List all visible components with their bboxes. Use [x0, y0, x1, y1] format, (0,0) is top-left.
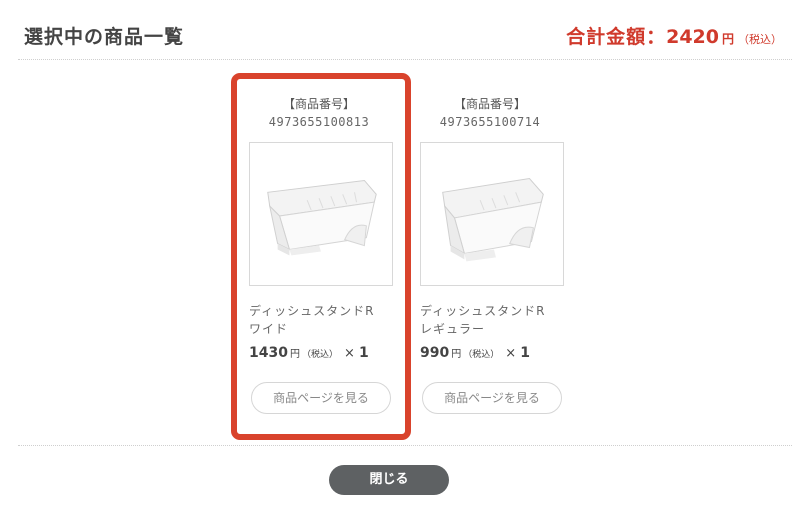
- view-product-page-button[interactable]: 商品ページを見る: [422, 382, 562, 414]
- dish-stand-wide-image[interactable]: [249, 142, 393, 286]
- total-tax: （税込）: [738, 33, 782, 46]
- product-code-label: 【商品番号】: [282, 97, 355, 111]
- dish-stand-icon: [267, 179, 377, 256]
- product-code: 4973655100813: [268, 115, 370, 129]
- view-product-page-button[interactable]: 商品ページを見る: [251, 382, 391, 414]
- quantity-prefix: ×: [505, 346, 517, 361]
- quantity-value: 1: [359, 345, 369, 361]
- quantity: × 1: [343, 345, 369, 361]
- quantity: × 1: [505, 345, 531, 361]
- product-name-line1: ディッシュスタンドR: [420, 304, 546, 318]
- price-value: 1430: [249, 345, 288, 361]
- product-price: 1430 円（税込） × 1: [249, 345, 369, 361]
- product-name: ディッシュスタンドR レギュラー: [420, 302, 570, 338]
- price-tax: （税込）: [301, 350, 338, 360]
- product-name-line1: ディッシュスタンドR: [249, 304, 375, 318]
- product-code-label: 【商品番号】: [453, 97, 526, 111]
- product-price: 990 円（税込） × 1: [420, 345, 530, 361]
- product-name-line2: ワイド: [249, 322, 289, 336]
- header: 選択中の商品一覧 合計金額：2420 円 （税込）: [18, 0, 792, 60]
- price-tax: （税込）: [463, 350, 500, 360]
- divider: [18, 445, 792, 446]
- product-code: 4973655100714: [439, 115, 541, 129]
- dish-stand-icon: [442, 177, 544, 262]
- total-label: 合計金額：: [566, 26, 667, 48]
- total-value: 2420: [666, 26, 719, 48]
- total-yen: 円: [721, 32, 734, 46]
- quantity-value: 1: [520, 345, 531, 361]
- price-value: 990: [420, 345, 450, 361]
- page-title: 選択中の商品一覧: [24, 26, 185, 48]
- product-card[interactable]: 【商品番号】 4973655100714 ディッシュスタンドR レギュラー 99…: [402, 77, 578, 439]
- total-amount: 合計金額：2420 円 （税込）: [566, 22, 782, 49]
- product-name: ディッシュスタンドR ワイド: [249, 302, 399, 338]
- dish-stand-regular-image[interactable]: [420, 142, 564, 286]
- product-card[interactable]: 【商品番号】 4973655100813 ディッシュスタンドR ワイド 1430…: [231, 77, 407, 439]
- product-name-line2: レギュラー: [420, 322, 486, 336]
- quantity-prefix: ×: [343, 346, 355, 361]
- close-button[interactable]: 閉じる: [329, 465, 449, 495]
- price-yen: 円: [451, 349, 462, 360]
- price-yen: 円: [289, 349, 300, 360]
